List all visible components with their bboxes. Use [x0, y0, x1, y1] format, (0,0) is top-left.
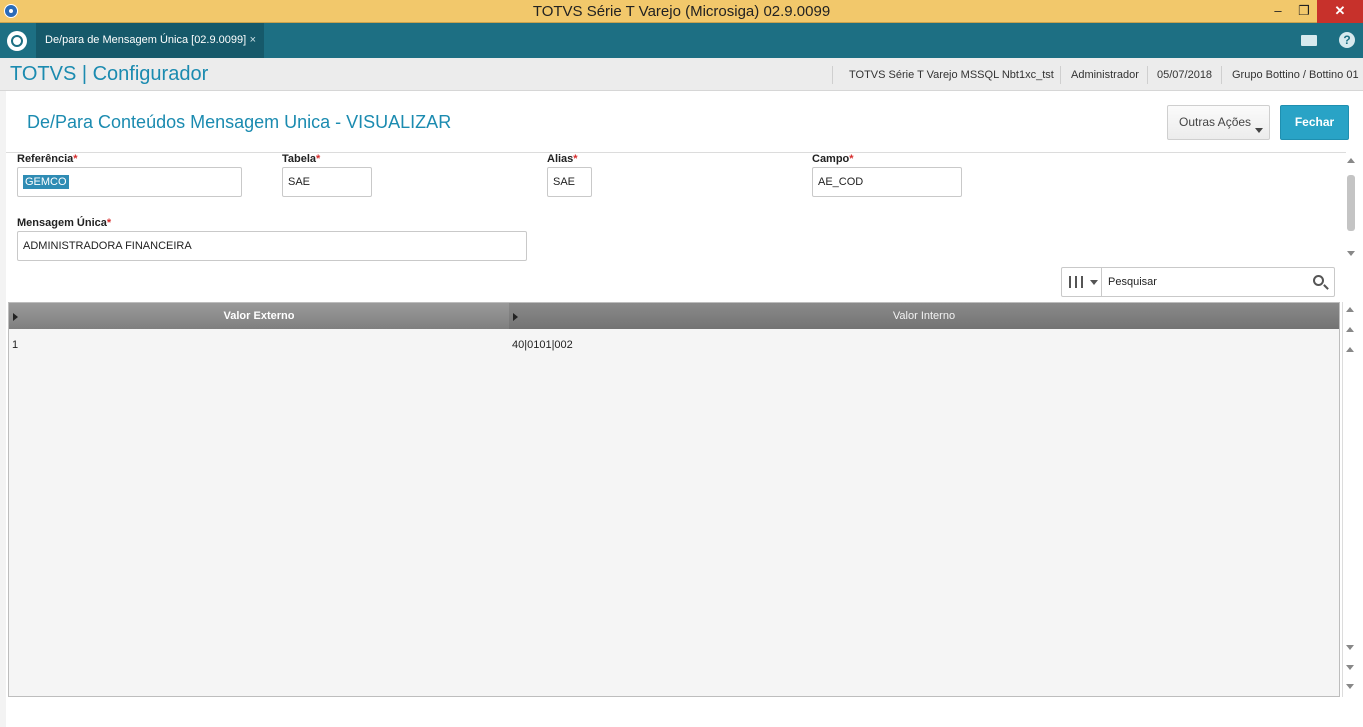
mensagem-unica-field[interactable]: ADMINISTRADORA FINANCEIRA: [17, 231, 527, 261]
scroll-down-icon[interactable]: [1347, 251, 1355, 256]
data-grid: Valor Externo Valor Interno 1 40|0101|00…: [8, 302, 1340, 697]
grid-scrollbar[interactable]: [1342, 302, 1359, 697]
sort-icon: [13, 313, 18, 321]
header-divider: [6, 152, 1346, 153]
columns-selector[interactable]: [1062, 268, 1102, 296]
column-header-valor-interno[interactable]: Valor Interno: [509, 303, 1339, 329]
tabela-label: Tabela*: [282, 153, 321, 165]
header-divider: [1147, 66, 1148, 84]
brand-title: TOTVS | Configurador: [10, 63, 209, 85]
tab-close-icon[interactable]: ×: [250, 23, 256, 58]
chevron-down-icon: [1255, 128, 1263, 133]
window-title: TOTVS Série T Varejo (Microsiga) 02.9.00…: [532, 3, 831, 20]
header-divider: [1060, 66, 1061, 84]
alias-label: Alias*: [547, 153, 578, 165]
header-divider: [832, 66, 833, 84]
scroll-thumb[interactable]: [1347, 175, 1355, 231]
referencia-value: GEMCO: [23, 175, 69, 189]
help-icon[interactable]: ?: [1339, 32, 1355, 48]
referencia-field[interactable]: GEMCO: [17, 167, 242, 197]
company-label: Grupo Bottino / Bottino 01: [1232, 69, 1359, 81]
main-panel: De/Para Conteúdos Mensagem Unica - VISUA…: [6, 91, 1363, 727]
grid-search[interactable]: Pesquisar: [1061, 267, 1335, 297]
sort-icon: [513, 313, 518, 321]
campo-field[interactable]: AE_COD: [812, 167, 962, 197]
scroll-page-down-icon[interactable]: [1346, 665, 1354, 670]
home-icon[interactable]: [7, 31, 27, 51]
user-label: Administrador: [1071, 69, 1139, 81]
scroll-top-icon[interactable]: [1346, 307, 1354, 312]
minimize-button[interactable]: –: [1265, 0, 1291, 23]
fechar-button[interactable]: Fechar: [1280, 105, 1349, 140]
chevron-down-icon: [1090, 280, 1098, 285]
search-icon[interactable]: [1313, 275, 1324, 286]
search-input[interactable]: Pesquisar: [1108, 276, 1157, 288]
mensagem-unica-label: Mensagem Única*: [17, 217, 112, 229]
close-window-button[interactable]: ✕: [1317, 0, 1363, 23]
window-titlebar: TOTVS Série T Varejo (Microsiga) 02.9.00…: [0, 0, 1363, 23]
tab-label: De/para de Mensagem Única [02.9.0099]: [45, 34, 247, 46]
scroll-down-icon[interactable]: [1346, 645, 1354, 650]
outras-acoes-label: Outras Ações: [1179, 115, 1252, 129]
scroll-bottom-icon[interactable]: [1346, 684, 1354, 689]
outras-acoes-button[interactable]: Outras Ações: [1167, 105, 1270, 140]
header-divider: [1221, 66, 1222, 84]
column-header-valor-externo[interactable]: Valor Externo: [9, 303, 509, 329]
tab-bar: De/para de Mensagem Única [02.9.0099] × …: [0, 23, 1363, 58]
app-header: TOTVS | Configurador TOTVS Série T Varej…: [0, 58, 1363, 91]
table-cell: 1: [12, 339, 19, 351]
alias-field[interactable]: SAE: [547, 167, 592, 197]
referencia-label: Referência*: [17, 153, 78, 165]
restore-button[interactable]: ❐: [1291, 0, 1317, 23]
environment-label: TOTVS Série T Varejo MSSQL Nbt1xc_tst: [849, 69, 1054, 81]
page-title: De/Para Conteúdos Mensagem Unica - VISUA…: [27, 112, 452, 132]
campo-label: Campo*: [812, 153, 854, 165]
scroll-page-up-icon[interactable]: [1346, 327, 1354, 332]
scroll-up-icon[interactable]: [1347, 158, 1355, 163]
mail-icon[interactable]: [1301, 35, 1317, 46]
table-cell: 40|0101|002: [512, 339, 573, 351]
date-label: 05/07/2018: [1157, 69, 1213, 81]
columns-icon: [1069, 276, 1083, 288]
scroll-up-icon[interactable]: [1346, 347, 1354, 352]
tabela-field[interactable]: SAE: [282, 167, 372, 197]
form-scrollbar[interactable]: [1344, 153, 1361, 263]
tab-de-para-mensagem-unica[interactable]: De/para de Mensagem Única [02.9.0099] ×: [36, 23, 264, 58]
